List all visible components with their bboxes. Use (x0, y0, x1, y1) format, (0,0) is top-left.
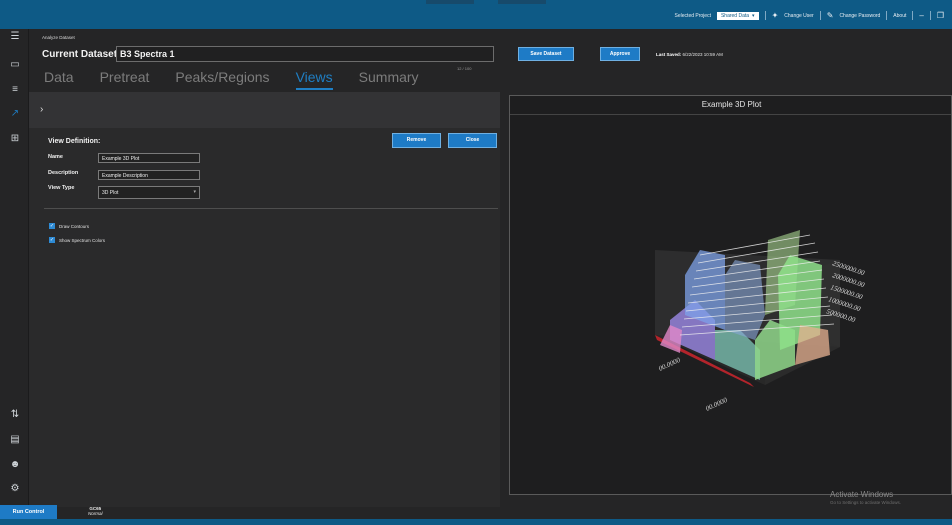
view-definition-panel: › View Definition: Remove Close Name Exa… (29, 92, 500, 507)
title-bar: Selected Project Shared Data ▾ ✦ Change … (0, 0, 952, 29)
last-saved-label: Last Saved: (656, 52, 682, 57)
close-button[interactable]: Close (448, 133, 497, 148)
restore-icon[interactable]: ❐ (937, 11, 944, 20)
left-nav: ☰ ▭ ≡ ↗ ⊞ ⇅ ▤ ☻ ⚙ (0, 29, 29, 507)
account-bar: Selected Project Shared Data ▾ ✦ Change … (675, 11, 944, 20)
tab-summary[interactable]: Summary (359, 69, 419, 90)
window-tab-hint (426, 0, 474, 4)
divider (912, 11, 914, 20)
instrument-mode: Normal (88, 511, 103, 516)
divider (819, 11, 821, 20)
views-expander[interactable]: › (29, 92, 500, 128)
chevron-right-icon: › (40, 104, 44, 115)
run-control-button[interactable]: Run Control (0, 505, 57, 519)
change-user-icon: ✦ (771, 11, 779, 20)
window-tab-hint (498, 0, 546, 4)
change-password-link[interactable]: Change Password (839, 13, 880, 19)
breadcrumb: Analyze Dataset (42, 35, 75, 40)
x-tick-label: 00.0000 (657, 356, 681, 373)
password-icon: ✎ (826, 11, 834, 20)
checkmark-icon: ✓ (49, 237, 55, 243)
view-definition-title: View Definition: (48, 138, 101, 145)
checkmark-icon: ✓ (49, 223, 55, 229)
about-link[interactable]: About (893, 13, 906, 19)
view-type-select[interactable]: 3D Plot ▾ (98, 186, 200, 199)
3d-plot-canvas: 2500000.00 2000000.00 1500000.00 1000000… (655, 230, 866, 413)
tab-peaks-regions[interactable]: Peaks/Regions (175, 69, 269, 90)
plot-panel: Example 3D Plot 2500000.00 2000000.00 15… (505, 92, 952, 506)
draw-contours-checkbox[interactable]: ✓ Draw Contours (49, 223, 89, 229)
divider (929, 11, 931, 20)
description-label: Description (48, 170, 79, 176)
chart-icon[interactable]: ↗ (9, 108, 21, 120)
draw-contours-label: Draw Contours (59, 223, 90, 229)
gear-icon[interactable]: ⚙ (9, 483, 21, 495)
database-icon[interactable]: ≡ (9, 84, 21, 96)
users-icon[interactable]: ☻ (9, 459, 21, 471)
description-field[interactable]: Example Description (98, 170, 200, 180)
project-select[interactable]: Shared Data ▾ (716, 11, 759, 20)
selected-project-label: Selected Project (674, 12, 711, 19)
name-field[interactable]: Example 3D Plot (98, 153, 200, 163)
monitor-icon[interactable]: ▭ (9, 59, 21, 71)
table-icon[interactable]: ⊞ (9, 133, 21, 145)
remove-button[interactable]: Remove (392, 133, 441, 148)
save-dataset-button[interactable]: Save Dataset (518, 47, 574, 61)
dataset-header: Analyze Dataset Current Dataset: B3 Spec… (29, 29, 952, 91)
taskbar-strip (0, 519, 952, 525)
activate-windows-hint: Go to Settings to activate Windows. (830, 500, 902, 505)
plot-frame[interactable]: Example 3D Plot 2500000.00 2000000.00 15… (509, 95, 952, 495)
tab-views[interactable]: Views (295, 69, 333, 90)
dataset-name-input[interactable]: B3 Spectra 1 (116, 46, 494, 62)
view-type-value: 3D Plot (102, 190, 119, 196)
tab-bar: Data Pretreat Peaks/Regions Views Summar… (44, 69, 445, 90)
divider (764, 11, 766, 20)
tab-pretreat[interactable]: Pretreat (100, 69, 150, 90)
last-saved-value: 6/22/2023 10:59 AM (682, 52, 723, 57)
char-counter: 12 / 100 (457, 66, 472, 71)
document-icon[interactable]: ▤ (9, 434, 21, 446)
view-type-label: View Type (48, 185, 75, 191)
tab-data[interactable]: Data (44, 69, 74, 90)
name-label: Name (48, 154, 63, 160)
activate-windows-watermark: Activate Windows (830, 490, 894, 499)
divider (44, 208, 498, 209)
current-dataset-label: Current Dataset: (42, 49, 121, 60)
show-spectrum-colors-checkbox[interactable]: ✓ Show Spectrum Colors (49, 237, 105, 243)
instrument-status: GC65 Normal (88, 506, 103, 516)
show-spectrum-colors-label: Show Spectrum Colors (59, 237, 106, 243)
divider (886, 11, 888, 20)
minimize-icon[interactable]: – (919, 11, 923, 20)
project-select-value: Shared Data (720, 12, 750, 19)
plot-title: Example 3D Plot (701, 100, 762, 109)
chevron-down-icon: ▾ (193, 189, 196, 195)
menu-icon[interactable]: ☰ (9, 31, 21, 43)
approve-button[interactable]: Approve (600, 47, 640, 61)
chevron-down-icon: ▾ (752, 12, 755, 19)
y-tick-label: 00.0000 (704, 396, 728, 413)
git-compare-icon[interactable]: ⇅ (9, 409, 21, 421)
last-saved: Last Saved: 6/22/2023 10:59 AM (656, 52, 723, 57)
change-user-link[interactable]: Change User (784, 13, 813, 19)
plot-surface (795, 325, 830, 365)
